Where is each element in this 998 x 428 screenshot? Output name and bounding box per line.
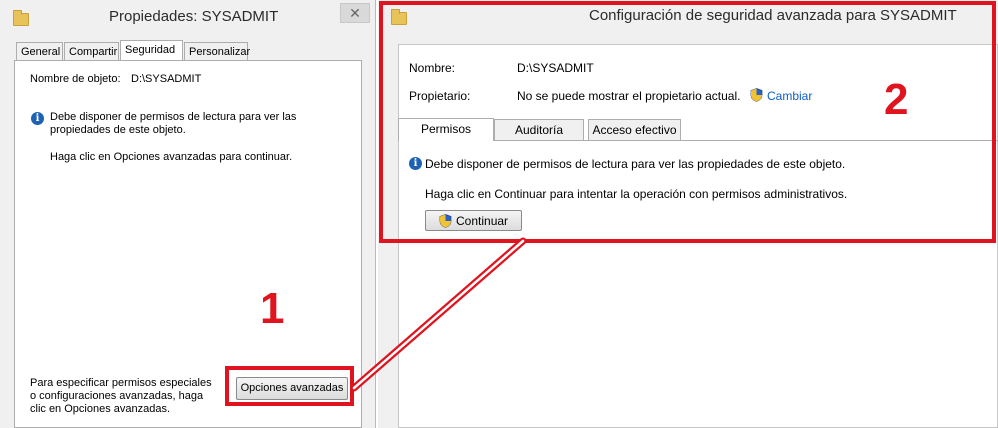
info-message: Debe disponer de permisos de lectura par… — [50, 111, 297, 136]
properties-title-bar: Propiedades: SYSADMIT — [0, 0, 376, 36]
object-name-value: D:\SYSADMIT — [131, 73, 202, 85]
tab-personalizar[interactable]: Personalizar — [184, 42, 250, 60]
special-permissions-text: Para especificar permisos especiales o c… — [30, 377, 212, 415]
folder-icon — [13, 10, 29, 26]
close-icon[interactable]: ✕ — [340, 3, 370, 23]
tab-seguridad[interactable]: Seguridad — [120, 40, 183, 60]
annotation-number-1: 1 — [260, 284, 285, 333]
tab-compartir[interactable]: Compartir — [64, 42, 119, 60]
properties-title: Propiedades: SYSADMIT — [109, 8, 279, 25]
annotation-number-2: 2 — [884, 75, 909, 124]
info-hint: Haga clic en Opciones avanzadas para con… — [50, 151, 293, 163]
tab-general[interactable]: General — [16, 42, 63, 60]
tab-permisos[interactable]: Permisos — [398, 118, 494, 141]
info-icon: i — [31, 112, 44, 125]
object-name-label: Nombre de objeto: — [30, 73, 121, 85]
highlight-box-1 — [225, 366, 354, 406]
